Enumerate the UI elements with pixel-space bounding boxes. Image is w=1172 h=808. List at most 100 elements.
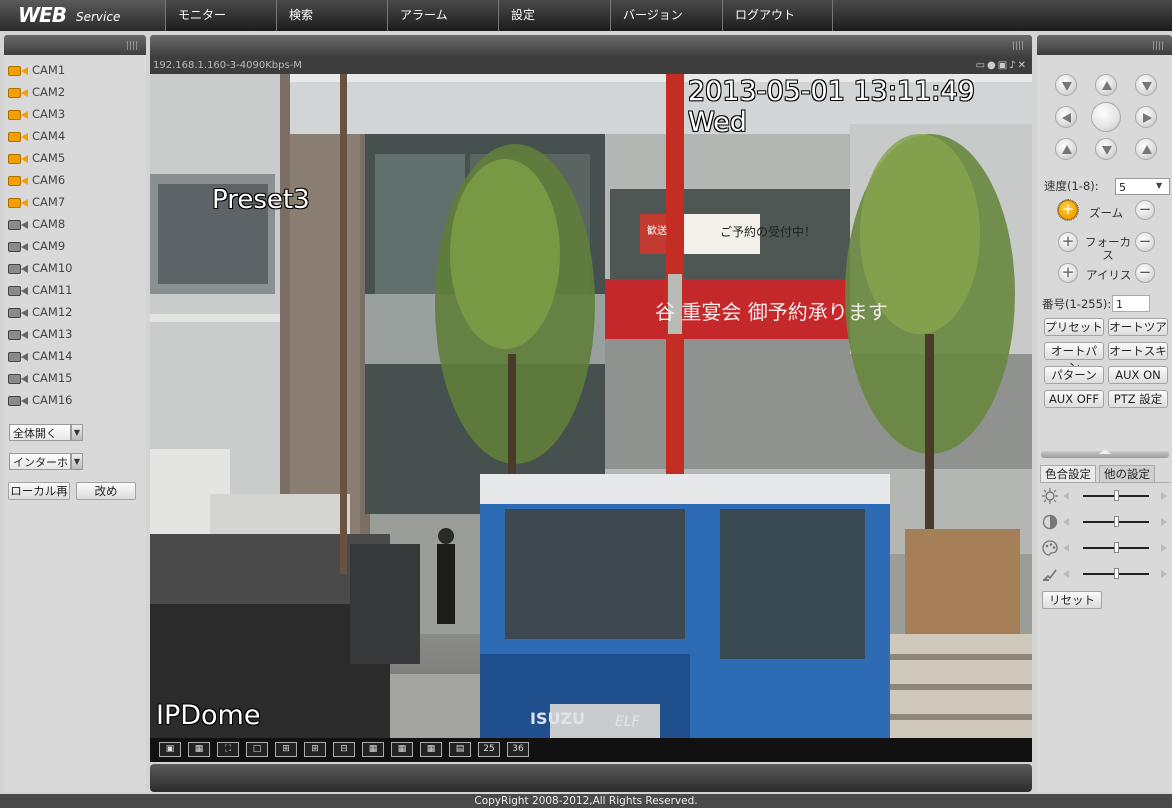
nav-version[interactable]: バージョン <box>610 0 721 31</box>
nav-monitor[interactable]: モニター <box>165 0 276 31</box>
slider-thumb[interactable] <box>1113 568 1119 579</box>
layout-zoom-icon[interactable]: ▦ <box>188 742 210 757</box>
camera-list-item[interactable]: CAM8 <box>8 214 65 234</box>
nav-search[interactable]: 検索 <box>276 0 387 31</box>
brightness-slider[interactable] <box>1063 490 1167 502</box>
aux-off-button[interactable]: AUX OFF <box>1044 390 1104 408</box>
video-window[interactable]: 192.168.1.160-3-4090Kbps-M ▭●▣♪✕ ご予約の受付中… <box>150 57 1032 762</box>
increase-arrow-icon[interactable] <box>1161 518 1167 526</box>
speed-dropdown-icon[interactable]: ▼ <box>1156 181 1162 190</box>
ptz-up-right-button[interactable] <box>1135 74 1157 96</box>
collapse-arrow-icon[interactable] <box>1099 449 1111 454</box>
zoom-out-button[interactable]: − <box>1135 200 1155 220</box>
hue-slider[interactable] <box>1063 568 1167 580</box>
camera-list-item[interactable]: CAM5 <box>8 148 65 168</box>
layout-25-icon[interactable]: 25 <box>478 742 500 757</box>
camera-list-item[interactable]: CAM10 <box>8 258 72 278</box>
iris-open-button[interactable]: + <box>1058 263 1078 283</box>
osd-timestamp: 2013-05-01 13:11:49 Wed <box>688 76 975 138</box>
camera-list-item[interactable]: CAM11 <box>8 280 72 300</box>
close-icon[interactable]: ✕ <box>1018 60 1028 71</box>
saturation-icon <box>1042 540 1058 556</box>
ptz-up-button[interactable] <box>1095 74 1117 96</box>
increase-arrow-icon[interactable] <box>1161 570 1167 578</box>
camera-list-item[interactable]: CAM4 <box>8 126 65 146</box>
aux-on-button[interactable]: AUX ON <box>1108 366 1168 384</box>
slider-thumb[interactable] <box>1113 542 1119 553</box>
focus-far-button[interactable]: − <box>1135 232 1155 252</box>
ptz-left-button[interactable] <box>1055 106 1077 128</box>
open-all-select[interactable]: 全体開く <box>9 424 71 441</box>
layout-9-icon[interactable]: ▦ <box>362 742 384 757</box>
camera-list-item[interactable]: CAM6 <box>8 170 65 190</box>
ptz-grip-icon[interactable] <box>1153 41 1164 50</box>
ptz-down-left-alt-button[interactable] <box>1055 138 1077 160</box>
preset-number-input[interactable]: 1 <box>1112 295 1150 312</box>
open-all-dropdown-icon[interactable]: ▼ <box>71 424 83 441</box>
layout-16-icon[interactable]: ▦ <box>420 742 442 757</box>
snapshot-icon[interactable]: ▣ <box>998 60 1009 71</box>
truck-brand-text: ISUZU <box>530 709 585 728</box>
video-panel-grip-icon[interactable] <box>1013 41 1024 50</box>
ptz-down-left-button[interactable] <box>1055 74 1077 96</box>
ptz-down-right-button[interactable] <box>1135 138 1157 160</box>
local-playback-button[interactable]: ローカル再 <box>8 482 70 500</box>
increase-arrow-icon[interactable] <box>1161 492 1167 500</box>
record-icon[interactable]: ● <box>987 60 998 71</box>
nav-logout[interactable]: ログアウト <box>722 0 833 31</box>
decrease-arrow-icon[interactable] <box>1063 492 1069 500</box>
camera-list-item[interactable]: CAM15 <box>8 368 72 388</box>
logo-main-text: WEB <box>18 3 67 27</box>
auto-tour-button[interactable]: オートツア <box>1108 318 1168 336</box>
contrast-slider[interactable] <box>1063 516 1167 528</box>
saturation-slider[interactable] <box>1063 542 1167 554</box>
layout-fit-icon[interactable]: ⛶ <box>217 742 239 757</box>
camera-list-item[interactable]: CAM2 <box>8 82 65 102</box>
panel-grip-icon[interactable] <box>127 41 138 50</box>
nav-settings[interactable]: 設定 <box>498 0 609 31</box>
nav-alarm[interactable]: アラーム <box>387 0 498 31</box>
camera-list-item[interactable]: CAM16 <box>8 390 72 410</box>
decrease-arrow-icon[interactable] <box>1063 570 1069 578</box>
pattern-button[interactable]: パターン <box>1044 366 1104 384</box>
layout-36-icon[interactable]: 36 <box>507 742 529 757</box>
capture-icon[interactable]: ▭ <box>976 60 987 71</box>
layout-6-icon[interactable]: ⊞ <box>304 742 326 757</box>
decrease-arrow-icon[interactable] <box>1063 518 1069 526</box>
camera-list-item[interactable]: CAM7 <box>8 192 65 212</box>
camera-icon <box>8 307 28 318</box>
layout-13-icon[interactable]: ▦ <box>391 742 413 757</box>
camera-list-item[interactable]: CAM9 <box>8 236 65 256</box>
iris-close-button[interactable]: − <box>1135 263 1155 283</box>
ptz-center-button[interactable] <box>1091 102 1121 132</box>
auto-scan-button[interactable]: オートスキ <box>1108 342 1168 360</box>
auto-pan-button[interactable]: オートパン <box>1044 342 1104 374</box>
color-reset-button[interactable]: リセット <box>1042 591 1102 609</box>
focus-near-button[interactable]: + <box>1058 232 1078 252</box>
camera-list-item[interactable]: CAM12 <box>8 302 72 322</box>
decrease-arrow-icon[interactable] <box>1063 544 1069 552</box>
stream-type-dropdown-icon[interactable]: ▼ <box>71 453 83 470</box>
increase-arrow-icon[interactable] <box>1161 544 1167 552</box>
ptz-down-button[interactable] <box>1095 138 1117 160</box>
camera-list-item[interactable]: CAM1 <box>8 60 65 80</box>
tab-color-settings[interactable]: 色合設定 <box>1040 465 1096 483</box>
camera-list-item[interactable]: CAM3 <box>8 104 65 124</box>
slider-thumb[interactable] <box>1113 490 1119 501</box>
preset-button[interactable]: プリセット <box>1044 318 1104 336</box>
zoom-in-button[interactable]: + <box>1057 199 1079 221</box>
camera-list-item[interactable]: CAM13 <box>8 324 72 344</box>
layout-1-icon[interactable]: □ <box>246 742 268 757</box>
refresh-button[interactable]: 改め <box>76 482 136 500</box>
stream-type-select[interactable]: インターホ <box>9 453 71 470</box>
audio-icon[interactable]: ♪ <box>1009 60 1017 71</box>
tab-other-settings[interactable]: 他の設定 <box>1099 465 1155 483</box>
layout-4-icon[interactable]: ⊞ <box>275 742 297 757</box>
layout-20-icon[interactable]: ▤ <box>449 742 471 757</box>
ptz-settings-button[interactable]: PTZ 設定 <box>1108 390 1168 408</box>
layout-fullscreen-icon[interactable]: ▣ <box>159 742 181 757</box>
slider-thumb[interactable] <box>1113 516 1119 527</box>
layout-8-icon[interactable]: ⊟ <box>333 742 355 757</box>
ptz-right-button[interactable] <box>1135 106 1157 128</box>
camera-list-item[interactable]: CAM14 <box>8 346 72 366</box>
